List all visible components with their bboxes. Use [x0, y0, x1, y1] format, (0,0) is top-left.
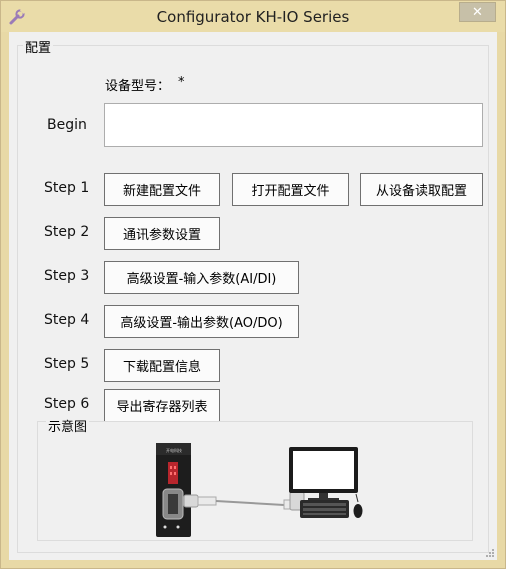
- device-brand-text: 开电科技: [166, 447, 182, 453]
- app-window: Configurator KH-IO Series ✕ 配置 设备型号： * B…: [0, 0, 506, 569]
- device-model-value: *: [178, 75, 185, 90]
- monitor-icon: [289, 447, 358, 501]
- connection-diagram: 开电科技: [156, 443, 363, 537]
- serial-cable-icon: [183, 491, 305, 511]
- step-2-label: Step 2: [44, 224, 90, 240]
- step-4-label: Step 4: [44, 312, 90, 328]
- device-model-label: 设备型号：: [105, 79, 171, 94]
- close-button[interactable]: ✕: [459, 2, 496, 22]
- config-group-title: 配置: [23, 37, 54, 56]
- open-config-button[interactable]: 打开配置文件: [232, 173, 349, 206]
- close-icon: ✕: [472, 4, 483, 20]
- step-5-label: Step 5: [44, 356, 90, 372]
- mouse-icon: [353, 493, 363, 518]
- new-config-button[interactable]: 新建配置文件: [104, 173, 220, 206]
- advanced-input-params-button[interactable]: 高级设置-输入参数(AI/DI): [104, 261, 299, 294]
- diagram-group-title: 示意图: [46, 416, 90, 435]
- download-config-button[interactable]: 下载配置信息: [104, 349, 220, 382]
- io-module-icon: [156, 443, 191, 537]
- begin-label: Begin: [47, 117, 87, 133]
- advanced-output-params-button[interactable]: 高级设置-输出参数(AO/DO): [104, 305, 299, 338]
- read-config-from-device-button[interactable]: 从设备读取配置: [360, 173, 483, 206]
- export-register-list-button[interactable]: 导出寄存器列表: [104, 389, 220, 422]
- client-area: 配置 设备型号： * Begin Step 1 新建配置文件 打开配置文件 从设…: [9, 32, 497, 560]
- keyboard-icon: [300, 500, 349, 518]
- step-1-label: Step 1: [44, 180, 90, 196]
- step-6-label: Step 6: [44, 396, 90, 412]
- window-title: Configurator KH-IO Series: [156, 8, 350, 26]
- diagram-group: 开电科技: [37, 421, 473, 541]
- resize-grip-icon[interactable]: [485, 548, 495, 558]
- begin-textbox[interactable]: [104, 103, 483, 147]
- comm-params-button[interactable]: 通讯参数设置: [104, 217, 220, 250]
- title-bar[interactable]: Configurator KH-IO Series ✕: [1, 1, 505, 32]
- step-3-label: Step 3: [44, 268, 90, 284]
